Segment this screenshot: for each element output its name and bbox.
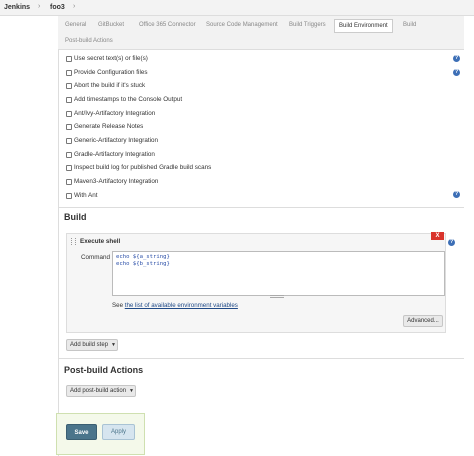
tab-gitbucket[interactable]: GitBucket	[98, 22, 124, 28]
checkbox[interactable]	[66, 138, 72, 144]
help-icon[interactable]: ?	[453, 69, 460, 76]
tab-build-environment[interactable]: Build Environment	[334, 19, 393, 33]
tab-build[interactable]: Build	[403, 22, 416, 28]
textarea-resize-handle[interactable]	[270, 295, 284, 298]
breadcrumb-separator-icon: ›	[73, 3, 76, 10]
option-label: Gradle-Artifactory Integration	[74, 151, 155, 158]
checkbox[interactable]	[66, 152, 72, 158]
env-vars-hint: See the list of available environment va…	[112, 302, 238, 309]
breadcrumb-bar: Jenkins › foo3 ›	[0, 0, 474, 16]
breadcrumb-separator-icon: ›	[38, 3, 41, 10]
save-button[interactable]: Save	[66, 424, 97, 440]
tab-build-triggers[interactable]: Build Triggers	[289, 22, 326, 28]
command-textarea[interactable]: echo ${a_string} echo ${b_string}	[112, 251, 445, 296]
option-label: Abort the build if it's stuck	[74, 82, 146, 89]
tab-scm[interactable]: Source Code Management	[206, 22, 278, 28]
apply-button[interactable]: Apply	[102, 424, 135, 440]
checkbox[interactable]	[66, 56, 72, 62]
help-icon[interactable]: ?	[448, 239, 455, 246]
delete-step-button[interactable]: X	[431, 232, 444, 240]
option-label: With Ant	[74, 192, 98, 199]
execute-shell-title: Execute shell	[80, 238, 121, 245]
drag-handle-icon[interactable]	[71, 238, 76, 245]
option-label: Provide Configuration files	[74, 69, 148, 76]
build-section-title: Build	[64, 212, 87, 222]
command-label: Command	[81, 254, 111, 261]
checkbox[interactable]	[66, 111, 72, 117]
add-build-step-label: Add build step	[70, 342, 109, 348]
option-label: Generate Release Notes	[74, 123, 144, 130]
caret-down-icon: ▼	[129, 388, 134, 394]
option-label: Ant/Ivy-Artifactory Integration	[74, 110, 156, 117]
checkbox[interactable]	[66, 193, 72, 199]
tab-office365[interactable]: Office 365 Connector	[139, 22, 196, 28]
add-post-build-action-label: Add post-build action	[70, 388, 127, 394]
breadcrumb-jenkins[interactable]: Jenkins	[4, 4, 30, 11]
option-label: Use secret text(s) or file(s)	[74, 55, 148, 62]
checkbox[interactable]	[66, 97, 72, 103]
env-vars-hint-prefix: See	[112, 302, 125, 309]
option-label: Add timestamps to the Console Output	[74, 96, 183, 103]
tab-general[interactable]: General	[65, 22, 86, 28]
help-icon[interactable]: ?	[453, 55, 460, 62]
advanced-button[interactable]: Advanced...	[403, 315, 443, 327]
checkbox[interactable]	[66, 179, 72, 185]
checkbox[interactable]	[66, 70, 72, 76]
checkbox[interactable]	[66, 165, 72, 171]
env-vars-link[interactable]: the list of available environment variab…	[125, 302, 238, 309]
caret-down-icon: ▼	[111, 342, 116, 348]
help-icon[interactable]: ?	[453, 191, 460, 198]
tab-post-build-actions[interactable]: Post-build Actions	[65, 38, 113, 44]
option-label: Inspect build log for published Gradle b…	[74, 164, 212, 171]
config-tabs: General GitBucket Office 365 Connector S…	[58, 16, 464, 50]
post-build-section-title: Post-build Actions	[64, 365, 144, 375]
option-label: Generic-Artifactory Integration	[74, 137, 158, 144]
checkbox[interactable]	[66, 124, 72, 130]
option-label: Maven3-Artifactory Integration	[74, 178, 159, 185]
section-divider	[58, 358, 464, 359]
section-divider	[58, 207, 464, 208]
add-build-step-button[interactable]: Add build step ▼	[66, 339, 118, 351]
checkbox[interactable]	[66, 83, 72, 89]
breadcrumb-job[interactable]: foo3	[50, 4, 65, 11]
add-post-build-action-button[interactable]: Add post-build action ▼	[66, 385, 136, 397]
